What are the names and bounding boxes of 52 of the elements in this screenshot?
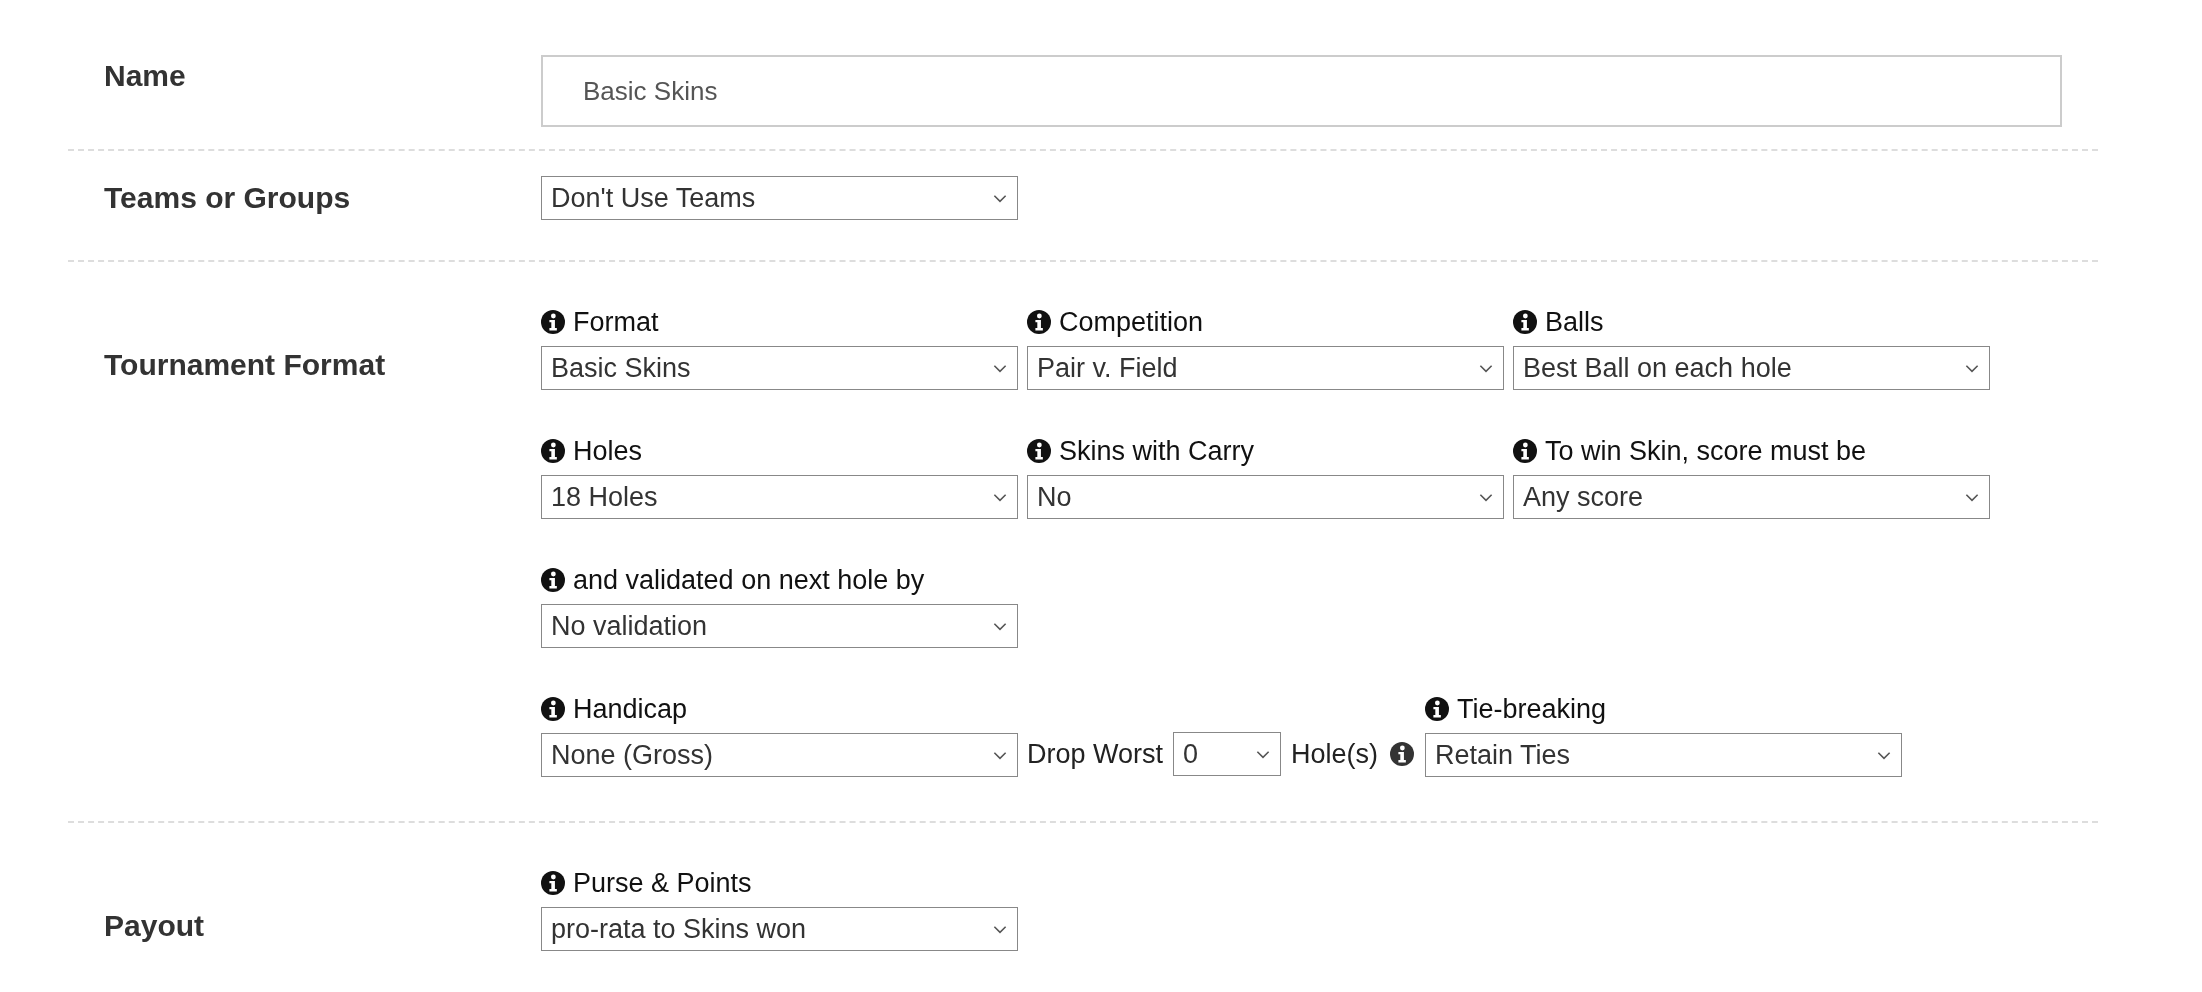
field-label: To win Skin, score must be: [1545, 435, 1867, 467]
field-label: Handicap: [573, 693, 688, 725]
select-dropdown[interactable]: No validation: [541, 604, 1018, 648]
select-dropdown[interactable]: Don't Use Teams: [541, 176, 1018, 220]
info-icon[interactable]: [1027, 310, 1051, 334]
select-dropdown[interactable]: Any score: [1513, 475, 1990, 519]
info-icon[interactable]: [541, 310, 565, 334]
chevron-down-icon: [1479, 363, 1493, 373]
chevron-down-icon: [1256, 749, 1271, 759]
info-icon[interactable]: [541, 697, 565, 721]
chevron-down-icon: [1965, 363, 1979, 373]
field-label: Drop Worst: [1027, 738, 1164, 770]
chevron-down-icon: [993, 621, 1007, 631]
select-dropdown[interactable]: No: [1027, 475, 1504, 519]
select-dropdown[interactable]: Retain Ties: [1425, 733, 1903, 777]
select-dropdown[interactable]: Pair v. Field: [1027, 346, 1504, 390]
info-icon[interactable]: [541, 439, 565, 463]
select-dropdown[interactable]: Best Ball on each hole: [1513, 346, 1990, 390]
info-icon[interactable]: [541, 871, 565, 895]
name-input[interactable]: Basic Skins: [541, 55, 2062, 127]
section-label: Payout: [103, 908, 206, 944]
chevron-down-icon: [993, 363, 1007, 373]
field-label: Tie-breaking: [1457, 693, 1607, 725]
field-label: Format: [573, 306, 659, 338]
info-icon[interactable]: [1513, 439, 1537, 463]
chevron-down-icon: [993, 750, 1007, 760]
info-icon[interactable]: [1425, 697, 1450, 721]
section-label: Teams or Groups: [103, 180, 352, 216]
info-icon[interactable]: [1027, 439, 1051, 463]
chevron-down-icon: [993, 492, 1007, 502]
field-label: Purse & Points: [573, 867, 752, 899]
chevron-down-icon: [1965, 492, 1979, 502]
info-icon[interactable]: [1390, 742, 1415, 766]
chevron-down-icon: [993, 193, 1007, 203]
select-dropdown[interactable]: pro-rata to Skins won: [541, 907, 1018, 951]
field-label: Skins with Carry: [1059, 435, 1255, 467]
section-label: Tournament Format: [103, 347, 387, 383]
chevron-down-icon: [1877, 750, 1892, 760]
info-icon[interactable]: [1513, 310, 1537, 334]
select-dropdown[interactable]: None (Gross): [541, 733, 1018, 777]
field-label: and validated on next hole by: [573, 564, 925, 596]
chevron-down-icon: [1479, 492, 1493, 502]
field-label: Holes: [573, 435, 643, 467]
chevron-down-icon: [993, 924, 1007, 934]
info-icon[interactable]: [541, 568, 565, 592]
section-label: Name: [103, 58, 187, 94]
unit-label: Hole(s): [1291, 738, 1379, 770]
select-dropdown[interactable]: 18 Holes: [541, 475, 1018, 519]
field-label: Balls: [1545, 306, 1604, 338]
field-label: Competition: [1059, 306, 1204, 338]
select-dropdown[interactable]: Basic Skins: [541, 346, 1018, 390]
select-dropdown[interactable]: 0: [1173, 732, 1282, 776]
